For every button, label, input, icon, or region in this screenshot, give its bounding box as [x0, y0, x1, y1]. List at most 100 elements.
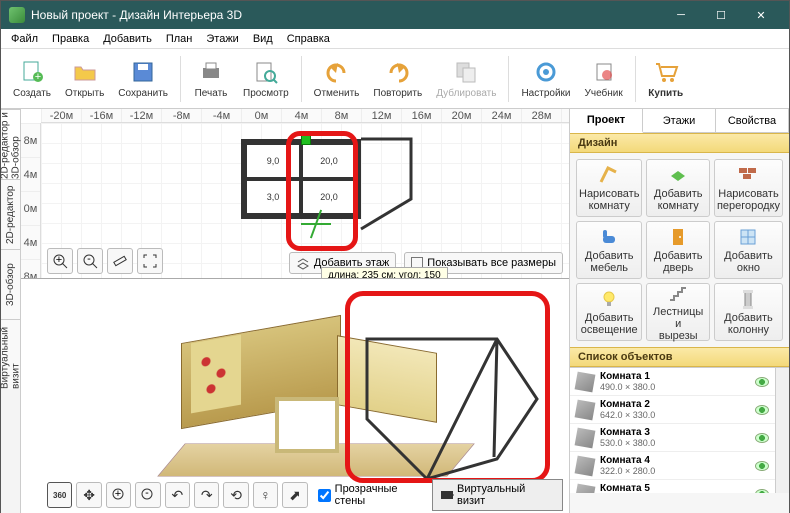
design-header: Дизайн: [570, 133, 789, 153]
svg-text:+: +: [35, 71, 41, 83]
svg-text:-: -: [87, 253, 91, 265]
side-panel: Проект Этажи Свойства Дизайн Нарисоватьк…: [569, 109, 789, 513]
draw-partition-button[interactable]: Нарисоватьперегородку: [714, 159, 783, 217]
stairs-icon: [667, 282, 689, 304]
fit-button[interactable]: [137, 248, 163, 274]
cube-icon: [575, 455, 596, 476]
visibility-icon[interactable]: [755, 377, 769, 387]
scrollbar[interactable]: [775, 368, 789, 493]
list-item[interactable]: Комната 1490.0 × 380.0: [570, 368, 775, 396]
tab-project[interactable]: Проект: [570, 109, 643, 133]
zoom-in-3d-button[interactable]: +: [106, 482, 131, 508]
draw-room-button[interactable]: Нарисоватькомнату: [576, 159, 642, 217]
redo-button[interactable]: Повторить: [367, 51, 428, 107]
print-icon: [197, 58, 225, 86]
door-icon: [667, 226, 689, 248]
floor-plan[interactable]: 9,020,0 3,020,0: [241, 139, 361, 219]
menu-file[interactable]: Файл: [5, 31, 44, 47]
minimize-button[interactable]: ─: [661, 1, 701, 29]
print-button[interactable]: Печать: [187, 51, 235, 107]
add-room-button[interactable]: Добавитькомнату: [646, 159, 710, 217]
list-item[interactable]: Комната 3530.0 × 380.0: [570, 424, 775, 452]
svg-text:+: +: [56, 254, 62, 266]
3d-toolbar: 360 ✥ + - ↶ ↷ ⟲ ♀ ⬈ Прозрачные стены Вир…: [47, 479, 563, 511]
rotate-right-button[interactable]: ↷: [194, 482, 219, 508]
view-tabs: 2D-редактор и 3D-обзор 2D-редактор 3D-об…: [1, 109, 21, 513]
tab-2d-3d[interactable]: 2D-редактор и 3D-обзор: [1, 109, 20, 179]
zoom-out-3d-button[interactable]: -: [135, 482, 160, 508]
redo-icon: [384, 58, 412, 86]
open-icon: [71, 58, 99, 86]
visibility-icon[interactable]: [755, 489, 769, 494]
duplicate-icon: [452, 58, 480, 86]
zoom-in-button[interactable]: +: [47, 248, 73, 274]
pan-button[interactable]: ✥: [76, 482, 101, 508]
transparent-walls-checkbox[interactable]: Прозрачные стены: [318, 483, 429, 507]
menu-view[interactable]: Вид: [247, 31, 279, 47]
duplicate-button[interactable]: Дублировать: [430, 51, 502, 107]
preview-icon: [252, 58, 280, 86]
visibility-icon[interactable]: [755, 461, 769, 471]
add-furniture-button[interactable]: Добавитьмебель: [576, 221, 642, 279]
outline-3d: [357, 329, 557, 479]
tab-2d[interactable]: 2D-редактор: [1, 179, 20, 249]
light-button[interactable]: ♀: [253, 482, 278, 508]
virtual-visit-button[interactable]: Виртуальный визит: [432, 479, 563, 511]
cart-icon: [652, 58, 680, 86]
tilt-button[interactable]: ⟲: [223, 482, 248, 508]
menu-plan[interactable]: План: [160, 31, 199, 47]
visibility-icon[interactable]: [755, 433, 769, 443]
preview-button[interactable]: Просмотр: [237, 51, 295, 107]
menu-edit[interactable]: Правка: [46, 31, 95, 47]
menu-floors[interactable]: Этажи: [200, 31, 244, 47]
add-door-button[interactable]: Добавитьдверь: [646, 221, 710, 279]
view-360-button[interactable]: 360: [47, 482, 72, 508]
list-item[interactable]: Комната 4322.0 × 280.0: [570, 452, 775, 480]
settings-button[interactable]: Настройки: [515, 51, 576, 107]
3d-view[interactable]: 360 ✥ + - ↶ ↷ ⟲ ♀ ⬈ Прозрачные стены Вир…: [21, 279, 569, 513]
add-lighting-button[interactable]: Добавитьосвещение: [576, 283, 642, 341]
buy-button[interactable]: Купить: [642, 51, 690, 107]
svg-text:-: -: [145, 487, 149, 499]
window-3d: [275, 397, 339, 453]
zoom-out-button[interactable]: -: [77, 248, 103, 274]
book-icon: [590, 58, 618, 86]
2d-editor[interactable]: -20м-16м-12м-8м-4м0м4м8м12м16м20м24м28м3…: [21, 109, 569, 279]
reset-view-button[interactable]: ⬈: [282, 482, 307, 508]
menu-help[interactable]: Справка: [281, 31, 336, 47]
list-item[interactable]: Комната 5210.0 × 115.0: [570, 480, 775, 493]
open-button[interactable]: Открыть: [59, 51, 110, 107]
gear-icon: [532, 58, 560, 86]
column-icon: [737, 288, 759, 310]
side-tabs: Проект Этажи Свойства: [570, 109, 789, 133]
list-item[interactable]: Комната 2642.0 × 330.0: [570, 396, 775, 424]
rotate-left-button[interactable]: ↶: [165, 482, 190, 508]
save-button[interactable]: Сохранить: [112, 51, 174, 107]
draw-room-icon: [598, 164, 620, 186]
titlebar: Новый проект - Дизайн Интерьера 3D ─ ☐ ✕: [1, 1, 789, 29]
add-window-button[interactable]: Добавитьокно: [714, 221, 783, 279]
tab-virtual[interactable]: Виртуальный визит: [1, 319, 20, 389]
cube-icon: [575, 427, 596, 448]
stairs-button[interactable]: Лестницы ивырезы: [646, 283, 710, 341]
menu-add[interactable]: Добавить: [97, 31, 158, 47]
tab-3d[interactable]: 3D-обзор: [1, 249, 20, 319]
undo-button[interactable]: Отменить: [308, 51, 366, 107]
add-column-button[interactable]: Добавитьколонну: [714, 283, 783, 341]
drag-handle[interactable]: [301, 135, 311, 145]
new-button[interactable]: +Создать: [7, 51, 57, 107]
maximize-button[interactable]: ☐: [701, 1, 741, 29]
brick-icon: [737, 164, 759, 186]
cube-icon: [575, 371, 596, 392]
ruler-button[interactable]: [107, 248, 133, 274]
cursor-cross: [301, 209, 331, 239]
close-button[interactable]: ✕: [741, 1, 781, 29]
tutorial-button[interactable]: Учебник: [579, 51, 629, 107]
wallpaper: [191, 335, 241, 414]
tab-floors[interactable]: Этажи: [643, 109, 716, 132]
ruler-vertical: 8м4м0м4м8м: [21, 123, 41, 278]
svg-text:+: +: [114, 488, 120, 500]
visibility-icon[interactable]: [755, 405, 769, 415]
toolbar: +Создать Открыть Сохранить Печать Просмо…: [1, 49, 789, 109]
tab-properties[interactable]: Свойства: [716, 109, 789, 132]
